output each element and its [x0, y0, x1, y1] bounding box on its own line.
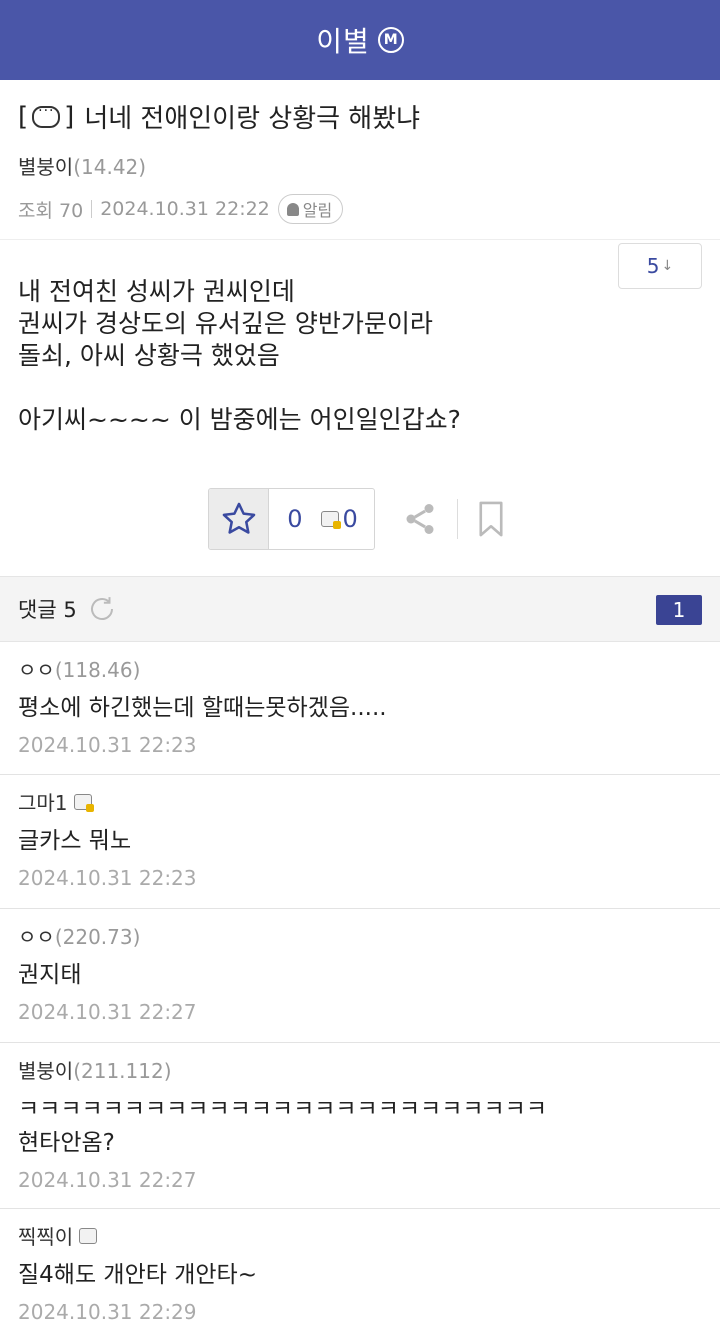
post-header: [ ] 너네 전애인이랑 상황극 해봤냐 별붕이(14.42) 조회 70 20… — [0, 80, 720, 289]
body-line: 내 전여친 성씨가 권씨인데 — [18, 277, 295, 306]
post-meta: 조회 70 2024.10.31 22:22 알림 — [18, 194, 702, 224]
recommend-counts: 0 0 — [269, 489, 374, 549]
title-bracket-open: [ — [18, 101, 29, 132]
post-title: [ ] 너네 전애인이랑 상황극 해봤냐 — [18, 98, 702, 135]
comment-author[interactable]: ㅇㅇ(118.46) — [18, 654, 702, 683]
comment-nick: 그마1 — [18, 791, 68, 815]
comment-date: 2024.10.31 22:27 — [18, 1168, 197, 1192]
gallery-header: 이별 M — [0, 0, 720, 80]
half-fixed-nick-icon — [79, 1227, 98, 1244]
comment-nick: ㅇㅇ(220.73) — [18, 925, 141, 949]
fixed-nick-icon — [320, 511, 341, 529]
star-icon — [222, 502, 256, 534]
comment-item: 찍찍이 질4해도 개안타 개안타~ 2024.10.31 22:29 — [0, 1209, 720, 1328]
comment-author[interactable]: 별붕이(211.112) — [18, 1055, 702, 1084]
down-arrow-icon: ↓ — [661, 258, 674, 274]
comment-author[interactable]: 그마1 — [18, 787, 702, 816]
post-datetime: 2024.10.31 22:22 — [100, 198, 270, 220]
author-nick: 별붕이 — [18, 155, 74, 179]
comment-date: 2024.10.31 22:29 — [18, 1300, 197, 1324]
share-button[interactable] — [389, 488, 451, 550]
comment-item: 별붕이(211.112) ㅋㅋㅋㅋㅋㅋㅋㅋㅋㅋㅋㅋㅋㅋㅋㅋㅋㅋㅋㅋㅋㅋㅋㅋㅋ 현… — [0, 1043, 720, 1209]
comment-nick: ㅇㅇ(118.46) — [18, 658, 141, 682]
title-bracket-close: ] — [64, 101, 75, 132]
minor-gallery-badge-icon: M — [377, 27, 404, 53]
comment-text: 평소에 하긴했는데 할때는못하겠음..... — [18, 695, 387, 721]
share-icon — [406, 504, 434, 534]
post-actions: 0 0 — [0, 488, 720, 576]
fixed-recommend-count: 0 — [342, 505, 358, 533]
meta-divider — [91, 200, 93, 218]
comment-text: 글카스 뭐노 — [18, 828, 132, 854]
fixed-recommend: 0 — [320, 505, 358, 533]
comment-page-button[interactable]: 1 — [656, 595, 702, 625]
author-ip: (14.42) — [73, 155, 147, 179]
comment-nick: 찍찍이 — [18, 1225, 74, 1249]
bookmark-button[interactable] — [460, 488, 522, 550]
recommend-box: 0 0 — [208, 488, 375, 550]
gallery-title[interactable]: 이별 — [316, 20, 370, 60]
post-author[interactable]: 별붕이(14.42) — [18, 151, 702, 180]
comment-item: ㅇㅇ(118.46) 평소에 하긴했는데 할때는못하겠음..... 2024.1… — [0, 642, 720, 775]
post-title-text: 너네 전애인이랑 상황극 해봤냐 — [84, 104, 421, 134]
comment-author[interactable]: 찍찍이 — [18, 1221, 702, 1250]
comment-author[interactable]: ㅇㅇ(220.73) — [18, 921, 702, 950]
comment-list: ㅇㅇ(118.46) 평소에 하긴했는데 할때는못하겠음..... 2024.1… — [0, 642, 720, 1328]
comment-date: 2024.10.31 22:23 — [18, 733, 197, 757]
recommend-count: 0 — [287, 505, 303, 533]
comment-item: ㅇㅇ(220.73) 권지태 2024.10.31 22:27 — [0, 909, 720, 1043]
alarm-button[interactable]: 알림 — [277, 194, 344, 224]
bell-icon — [286, 202, 299, 216]
comments-bar: 댓글 5 1 — [0, 576, 720, 642]
comment-item: 그마1 글카스 뭐노 2024.10.31 22:23 — [0, 775, 720, 909]
fixed-nick-icon — [73, 793, 94, 812]
recommend-button[interactable] — [209, 489, 270, 549]
comment-jump-button[interactable]: 5 ↓ — [618, 243, 702, 289]
action-divider — [456, 499, 458, 539]
alarm-label: 알림 — [302, 201, 333, 220]
comment-jump-count: 5 — [646, 254, 660, 278]
comment-text: 질4해도 개안타 개안타~ — [18, 1262, 257, 1288]
comment-count-label: 댓글 5 — [18, 598, 77, 622]
body-line: 권씨가 경상도의 유서깊은 양반가문이라 — [18, 309, 433, 338]
comment-text: 권지태 — [18, 962, 82, 988]
comment-text: ㅋㅋㅋㅋㅋㅋㅋㅋㅋㅋㅋㅋㅋㅋㅋㅋㅋㅋㅋㅋㅋㅋㅋㅋㅋ 현타안옴? — [18, 1096, 548, 1156]
post-body: 내 전여친 성씨가 권씨인데 권씨가 경상도의 유서깊은 양반가문이라 돌쇠, … — [0, 240, 720, 488]
comment-date: 2024.10.31 22:27 — [18, 1000, 197, 1024]
speech-bubble-icon — [32, 103, 61, 128]
comment-date: 2024.10.31 22:23 — [18, 866, 197, 890]
body-line: 아기씨~~~~ 이 밤중에는 어인일인갑쇼? — [18, 405, 461, 434]
bookmark-icon — [479, 501, 503, 537]
refresh-icon[interactable] — [87, 594, 117, 624]
view-count: 조회 70 — [18, 199, 84, 222]
body-line: 돌쇠, 아씨 상황극 했었음 — [18, 341, 280, 370]
comment-nick: 별붕이(211.112) — [18, 1059, 172, 1083]
